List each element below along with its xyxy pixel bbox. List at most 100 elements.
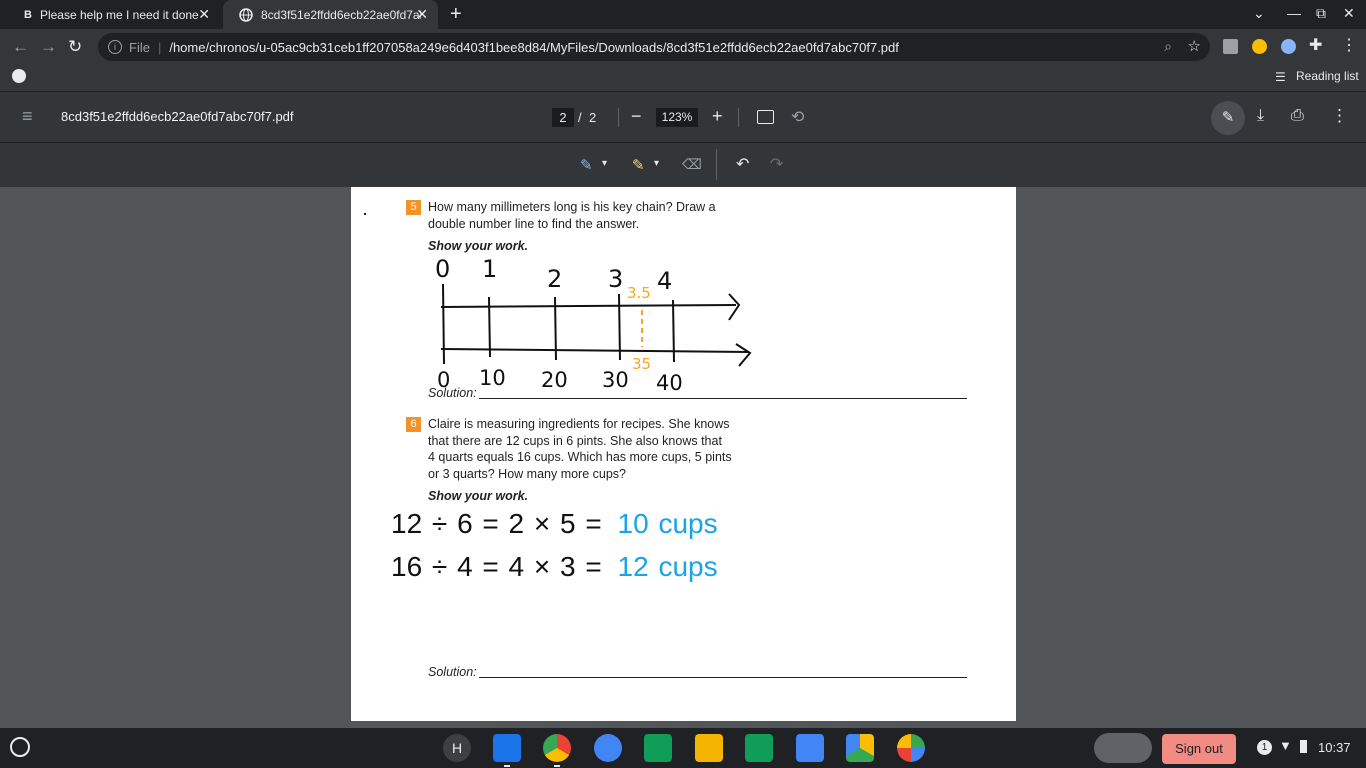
divider: |	[157, 39, 162, 55]
handwritten-answer: 12 cups	[617, 551, 718, 582]
sheets-icon[interactable]	[745, 734, 773, 762]
classroom-icon[interactable]	[644, 734, 672, 762]
top-label-3: 3	[608, 265, 623, 293]
top-label-0: 0	[435, 255, 450, 283]
question-number-badge: 6	[406, 417, 421, 432]
question-text: Claire is measuring ingredients for reci…	[428, 416, 732, 482]
scheme-label: File	[129, 39, 150, 55]
bottom-label-4: 40	[656, 371, 683, 395]
info-icon[interactable]: i	[108, 40, 122, 54]
print-icon[interactable]: ⎙	[1291, 107, 1304, 125]
bookmark-star-icon[interactable]: ☆	[1188, 37, 1201, 55]
tab-brainly[interactable]: B Please help me I need it done by ✕	[8, 0, 220, 29]
close-tab-icon[interactable]: ✕	[198, 6, 210, 23]
tab-strip: B Please help me I need it done by ✕ 8cd…	[0, 0, 1366, 29]
maximize-icon[interactable]: ⧉	[1316, 5, 1326, 22]
sign-out-button[interactable]: Sign out	[1162, 734, 1236, 764]
files-icon[interactable]	[493, 734, 521, 762]
download-icon[interactable]: ⤓	[1257, 107, 1264, 125]
tab-title: 8cd3f51e2ffdd6ecb22ae0fd7abc70f7.pdf	[261, 7, 421, 22]
question-line: 4 quarts equals 16 cups. Which has more …	[428, 450, 732, 464]
back-icon[interactable]: ←	[12, 37, 29, 57]
bottom-label-1: 10	[479, 366, 506, 390]
reload-icon[interactable]: ↻	[68, 37, 82, 57]
forward-icon[interactable]: →	[40, 37, 57, 57]
tab-search-icon[interactable]: ⌄	[1253, 5, 1265, 22]
extension-icon[interactable]	[1223, 39, 1238, 54]
redo-icon[interactable]: ↷	[770, 154, 783, 174]
top-number-line	[440, 304, 737, 308]
menu-icon[interactable]: ≡	[22, 106, 33, 127]
fit-to-page-icon[interactable]	[757, 110, 774, 124]
wifi-icon[interactable]: ▼	[1279, 738, 1292, 753]
eraser-icon[interactable]: ⌫	[682, 156, 702, 173]
extension-icon[interactable]	[1281, 39, 1296, 54]
dot-mark	[364, 213, 366, 215]
extension-icon[interactable]	[1252, 39, 1267, 54]
clock[interactable]: 10:37	[1318, 740, 1351, 755]
show-work-label: Show your work.	[428, 239, 529, 253]
camera-icon[interactable]	[594, 734, 622, 762]
notification-badge[interactable]: 1	[1257, 740, 1272, 755]
zoom-out-icon[interactable]: −	[631, 106, 642, 127]
highlighter-icon[interactable]: ✎	[632, 156, 645, 174]
question-number-badge: 5	[406, 200, 421, 215]
holding-space-thumbnail[interactable]	[1094, 733, 1152, 763]
bottom-number-line	[440, 348, 750, 353]
solution-line	[479, 398, 967, 399]
chrome-icon[interactable]	[543, 734, 571, 762]
chevron-down-icon[interactable]: ▾	[654, 158, 659, 169]
minimize-icon[interactable]: —	[1287, 5, 1301, 21]
play-store-icon[interactable]	[897, 734, 925, 762]
drive-icon[interactable]	[846, 734, 874, 762]
divider	[716, 149, 717, 180]
show-work-label: Show your work.	[428, 489, 529, 503]
zoom-icon[interactable]: ⌕	[1164, 38, 1172, 55]
chevron-down-icon[interactable]: ▾	[602, 158, 607, 169]
docs-icon[interactable]	[796, 734, 824, 762]
close-window-icon[interactable]: ✕	[1343, 5, 1355, 22]
handwritten-answer: 10 cups	[617, 508, 718, 539]
top-label-4: 4	[657, 267, 672, 295]
question-line: Claire is measuring ingredients for reci…	[428, 417, 730, 431]
tick-3	[618, 293, 621, 361]
url-text[interactable]: /home/chronos/u-05ac9cb31ceb1ff207058a24…	[169, 40, 899, 55]
battery-icon[interactable]	[1300, 740, 1307, 753]
puzzle-icon[interactable]: ✚	[1309, 35, 1322, 55]
address-bar[interactable]: i File | /home/chronos/u-05ac9cb31ceb1ff…	[98, 33, 1210, 61]
rotate-icon[interactable]: ⟲	[791, 107, 804, 127]
undo-icon[interactable]: ↶	[736, 154, 749, 174]
slides-icon[interactable]	[695, 734, 723, 762]
pdf-toolbar: ≡ 8cd3f51e2ffdd6ecb22ae0fd7abc70f7.pdf 2…	[0, 92, 1366, 143]
divider	[738, 108, 739, 127]
tab-pdf[interactable]: 8cd3f51e2ffdd6ecb22ae0fd7abc70f7.pdf ✕	[223, 0, 438, 29]
app-h-icon[interactable]: H	[443, 734, 471, 762]
tab-title: Please help me I need it done by	[39, 7, 200, 22]
bookmarks-bar: ☰ Reading list	[0, 65, 1366, 92]
launcher-icon[interactable]	[10, 737, 30, 757]
tick-0	[442, 283, 445, 365]
more-vert-icon[interactable]: ⋮	[1341, 35, 1357, 55]
taskbar: H Sign out 1 ▼ 10:37	[0, 728, 1366, 768]
bottom-answer-label: 35	[632, 355, 651, 373]
question-line: double number line to find the answer.	[428, 216, 640, 231]
close-tab-icon[interactable]: ✕	[416, 6, 428, 23]
pen-tool-icon[interactable]: ✎	[580, 156, 593, 174]
annotate-pen-icon[interactable]: ✎	[1211, 101, 1245, 135]
zoom-input[interactable]: 123%	[656, 108, 698, 127]
globe-icon	[239, 7, 253, 22]
brainly-icon: B	[24, 8, 32, 21]
bottom-arrow-head	[735, 343, 752, 367]
page-number-input[interactable]: 2	[552, 108, 574, 127]
zoom-in-icon[interactable]: +	[712, 106, 723, 127]
annotation-toolbar: ✎ ▾ ✎ ▾ ⌫ ↶ ↷	[0, 143, 1366, 187]
handwritten-equation: 12 ÷ 6 = 2 × 5 =	[391, 508, 602, 539]
handwritten-equation: 16 ÷ 4 = 4 × 3 =	[391, 551, 602, 582]
globe-icon[interactable]	[12, 69, 26, 83]
reading-list-label[interactable]: Reading list	[1296, 69, 1359, 83]
total-pages: 2	[589, 110, 597, 125]
more-vert-icon[interactable]: ⋮	[1331, 106, 1348, 126]
question-line: or 3 quarts? How many more cups?	[428, 466, 627, 481]
question-text: How many millimeters long is his key cha…	[428, 199, 716, 232]
new-tab-icon[interactable]: +	[450, 3, 462, 26]
